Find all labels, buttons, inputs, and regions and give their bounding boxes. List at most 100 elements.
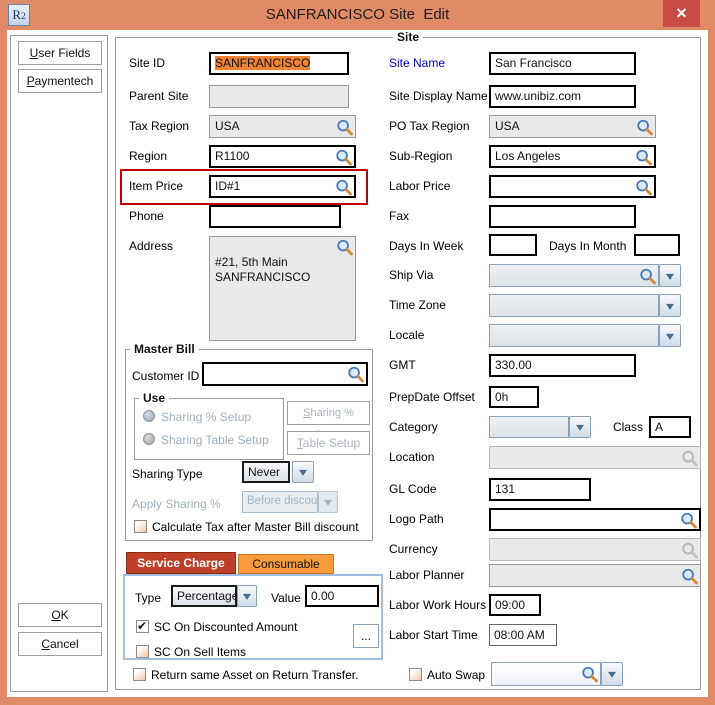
time-zone-label: Time Zone [389, 298, 446, 312]
days-in-month-label: Days In Month [549, 239, 626, 253]
chevron-down-icon[interactable] [569, 416, 591, 438]
search-icon[interactable] [335, 148, 352, 165]
site-display-name-label: Site Display Name [389, 89, 488, 103]
labor-start-time-label: Labor Start Time [389, 628, 478, 642]
title-bar[interactable]: R2 SANFRANCISCO Site Edit ✕ [0, 0, 715, 30]
site-id-field[interactable]: SANFRANCISCO [209, 52, 349, 75]
auto-swap-combo[interactable] [491, 662, 601, 686]
search-icon[interactable] [336, 118, 353, 135]
region-label: Region [129, 149, 167, 163]
search-icon[interactable] [639, 267, 656, 284]
calc-tax-checkbox-label: Calculate Tax after Master Bill discount [152, 520, 359, 534]
gmt-label: GMT [389, 358, 416, 372]
currency-field [489, 538, 701, 561]
chevron-down-icon[interactable] [237, 585, 257, 607]
chevron-down-icon[interactable] [659, 324, 681, 347]
more-options-button[interactable]: ... [353, 624, 379, 648]
tax-region-field: USA [209, 115, 356, 138]
gl-code-field[interactable]: 131 [489, 478, 591, 501]
search-icon[interactable] [347, 366, 364, 383]
currency-label: Currency [389, 542, 438, 556]
labor-work-hours-field[interactable]: 09:00 [489, 594, 541, 616]
site-name-field[interactable]: San Francisco [489, 52, 636, 75]
gl-code-label: GL Code [389, 482, 437, 496]
region-field[interactable]: R1100 [209, 145, 356, 168]
chevron-down-icon[interactable] [601, 662, 623, 686]
search-icon[interactable] [681, 567, 698, 584]
chevron-down-icon[interactable] [659, 294, 681, 317]
calc-tax-checkbox[interactable] [134, 520, 147, 533]
address-label: Address [129, 239, 173, 253]
sc-type-combo[interactable]: Percentage [171, 585, 237, 607]
time-zone-combo [489, 294, 659, 317]
gmt-field[interactable]: 330.00 [489, 354, 636, 377]
prepdate-offset-label: PrepDate Offset [389, 390, 475, 404]
site-id-label: Site ID [129, 56, 165, 70]
labor-planner-field [489, 564, 701, 587]
table-setup-button: Table Setup [287, 431, 370, 455]
search-icon[interactable] [581, 666, 598, 683]
prepdate-offset-field[interactable]: 0h [489, 386, 539, 408]
ok-button[interactable]: OK [18, 603, 102, 627]
site-group: Site Site ID SANFRANCISCO Parent Site Ta… [115, 37, 701, 690]
client-area: User Fields Paymentech OK Cancel Site Si… [7, 30, 708, 697]
apply-sharing-combo: Before discount [242, 491, 318, 513]
sharing-pct-radio-label: Sharing % Setup [161, 410, 251, 424]
return-same-asset-checkbox[interactable] [133, 668, 146, 681]
fax-field[interactable] [489, 205, 636, 228]
po-tax-region-label: PO Tax Region [389, 119, 470, 133]
chevron-down-icon[interactable] [659, 264, 681, 287]
search-icon[interactable] [335, 178, 352, 195]
tab-consumable[interactable]: Consumable [238, 554, 334, 574]
window-title: SANFRANCISCO Site Edit [0, 6, 715, 23]
class-field[interactable]: A [649, 416, 691, 438]
customer-id-field[interactable] [202, 362, 368, 386]
search-icon[interactable] [635, 148, 652, 165]
sc-type-label: Type [135, 591, 161, 605]
tax-region-label: Tax Region [129, 119, 189, 133]
user-fields-button[interactable]: User Fields [18, 41, 102, 65]
use-group-legend: Use [139, 391, 169, 405]
sharing-pct-radio [143, 410, 155, 422]
sc-value-field[interactable]: 0.00 [305, 585, 379, 607]
locale-combo [489, 324, 659, 347]
service-charge-panel: Type Percentage Value 0.00 SC On Discoun… [123, 574, 383, 660]
sc-sell-items-checkbox[interactable] [136, 645, 149, 658]
paymentech-button[interactable]: Paymentech [18, 69, 102, 93]
cancel-button[interactable]: Cancel [18, 632, 102, 656]
use-group: Use Sharing % Setup Sharing Table Setup [134, 398, 284, 460]
sc-sell-items-label: SC On Sell Items [154, 645, 246, 659]
site-group-legend: Site [393, 30, 423, 44]
days-in-week-field[interactable] [489, 234, 537, 256]
address-field[interactable]: #21, 5th Main SANFRANCISCO [209, 236, 356, 341]
return-same-asset-label: Return same Asset on Return Transfer. [151, 668, 358, 682]
item-price-field[interactable]: ID#1 [209, 175, 356, 198]
master-bill-group: Master Bill Customer ID Use Sharing % Se… [125, 349, 373, 541]
fax-label: Fax [389, 209, 409, 223]
sub-region-field[interactable]: Los Angeles [489, 145, 656, 168]
parent-site-field [209, 85, 349, 108]
location-label: Location [389, 450, 434, 464]
sharing-setup-button: Sharing % Setup [287, 401, 370, 425]
search-icon[interactable] [636, 118, 653, 135]
logo-path-label: Logo Path [389, 512, 444, 526]
chevron-down-icon[interactable] [292, 461, 314, 483]
site-display-name-field[interactable]: www.unibiz.com [489, 85, 636, 108]
close-icon[interactable]: ✕ [663, 0, 700, 27]
auto-swap-checkbox[interactable] [409, 668, 422, 681]
labor-price-field[interactable] [489, 175, 656, 198]
search-icon[interactable] [680, 511, 697, 528]
sc-discounted-checkbox[interactable] [136, 620, 149, 633]
search-icon[interactable] [336, 239, 353, 256]
logo-path-field[interactable] [489, 508, 701, 531]
sub-region-label: Sub-Region [389, 149, 452, 163]
customer-id-label: Customer ID [132, 369, 199, 383]
item-price-label: Item Price [129, 179, 183, 193]
days-in-month-field[interactable] [634, 234, 680, 256]
phone-field[interactable] [209, 205, 341, 228]
sharing-type-combo[interactable]: Never [242, 461, 290, 483]
labor-price-label: Labor Price [389, 179, 450, 193]
search-icon[interactable] [635, 178, 652, 195]
tab-service-charge[interactable]: Service Charge [126, 552, 236, 574]
labor-start-time-field[interactable]: 08:00 AM [489, 624, 557, 646]
